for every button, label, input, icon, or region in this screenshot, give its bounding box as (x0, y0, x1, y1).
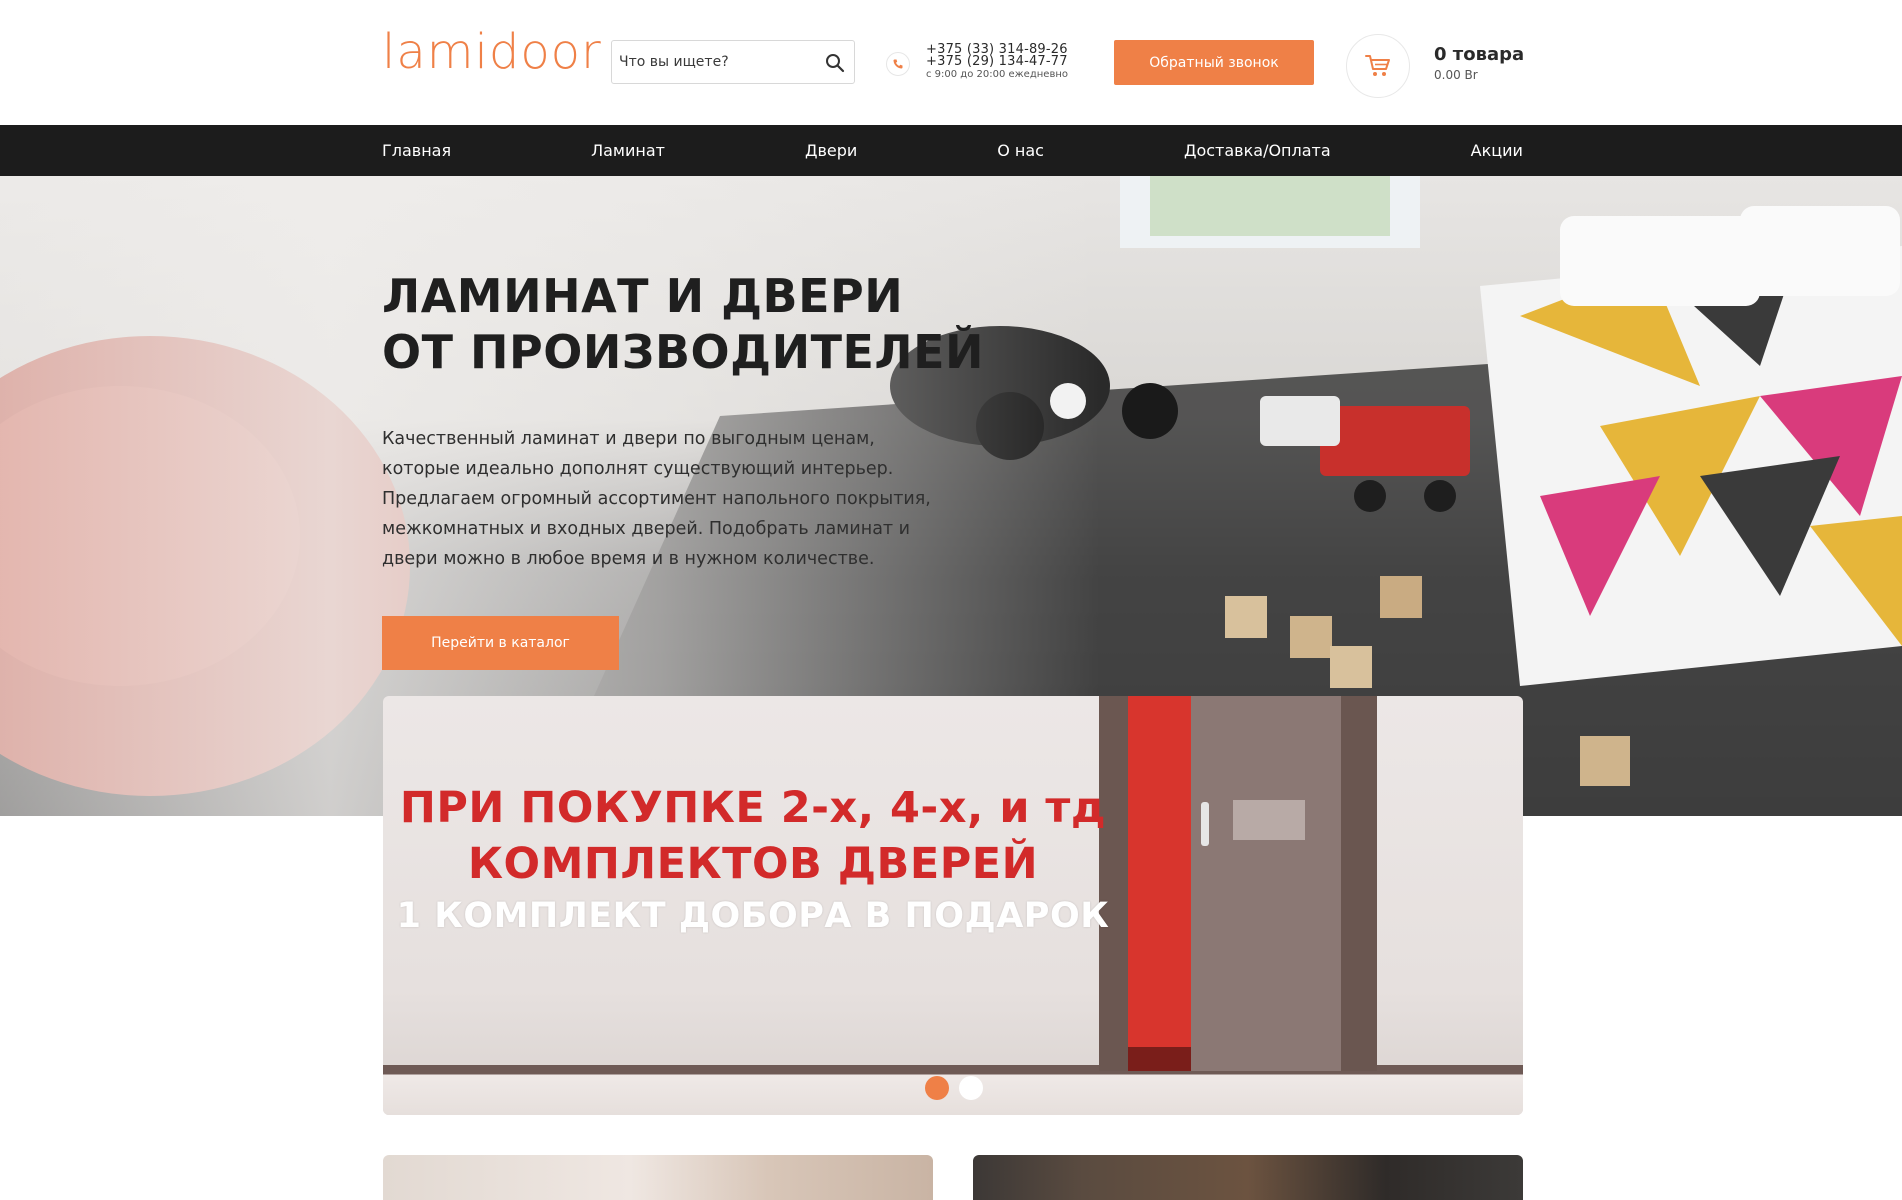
hero-title: ЛАМИНАТ И ДВЕРИ ОТ ПРОИЗВОДИТЕЛЕЙ (382, 268, 984, 380)
cart-total: 0.00 Br (1434, 68, 1478, 82)
nav-item-doors[interactable]: Двери (805, 141, 857, 160)
logo[interactable]: lamidoor (382, 24, 602, 80)
promo-slider[interactable]: ПРИ ПОКУПКЕ 2-х, 4-х, и тд КОМПЛЕКТОВ ДВ… (383, 696, 1523, 1115)
phone-icon (886, 52, 910, 76)
cart-summary[interactable]: 0 товара 0.00 Br (1434, 44, 1524, 82)
door-image (1191, 696, 1341, 1071)
search-icon[interactable] (824, 52, 846, 74)
door-jamb (1341, 696, 1377, 1071)
search-input[interactable] (619, 41, 815, 83)
promo-line-2: КОМПЛЕКТОВ ДВЕРЕЙ (467, 839, 1039, 889)
promo-text: ПРИ ПОКУПКЕ 2-х, 4-х, и тд КОМПЛЕКТОВ ДВ… (383, 780, 1123, 940)
working-hours: с 9:00 до 20:00 ежедневно (926, 69, 1068, 80)
nav-item-laminate[interactable]: Ламинат (591, 141, 665, 160)
search-box (611, 40, 855, 84)
phone-number-2[interactable]: +375 (29) 134-47-77 (926, 55, 1068, 68)
hero-description: Качественный ламинат и двери по выгодным… (382, 429, 931, 569)
category-card-doors[interactable] (973, 1155, 1523, 1200)
main-nav: Главная Ламинат Двери О нас Доставка/Опл… (0, 125, 1902, 176)
category-card-laminate[interactable] (383, 1155, 933, 1200)
nav-item-home[interactable]: Главная (382, 141, 451, 160)
hero-title-line-1: ЛАМИНАТ И ДВЕРИ (382, 269, 904, 323)
phone-block: +375 (33) 314-89-26 +375 (29) 134-47-77 … (926, 43, 1068, 81)
site-header: lamidoor +375 (33) 314-89-26 +375 (29) 1… (0, 0, 1902, 125)
promo-line-1: ПРИ ПОКУПКЕ 2-х, 4-х, и тд (399, 783, 1107, 833)
nav-item-about[interactable]: О нас (997, 141, 1044, 160)
cart-count: 0 товара (1434, 44, 1525, 65)
go-to-catalog-button[interactable]: Перейти в каталог (382, 616, 619, 670)
cart-button[interactable] (1346, 34, 1410, 98)
cart-icon (1365, 55, 1390, 76)
nav-item-promotions[interactable]: Акции (1471, 141, 1523, 160)
nav-item-delivery[interactable]: Доставка/Оплата (1184, 141, 1331, 160)
nav-list: Главная Ламинат Двери О нас Доставка/Опл… (382, 125, 1523, 176)
slider-dots (925, 1076, 983, 1100)
promo-line-3: 1 КОМПЛЕКТ ДОБОРА В ПОДАРОК (396, 896, 1110, 936)
slider-dot-1[interactable] (925, 1076, 949, 1100)
callback-button[interactable]: Обратный звонок (1114, 40, 1314, 85)
slider-dot-2[interactable] (959, 1076, 983, 1100)
hero-title-line-2: ОТ ПРОИЗВОДИТЕЛЕЙ (382, 325, 985, 379)
